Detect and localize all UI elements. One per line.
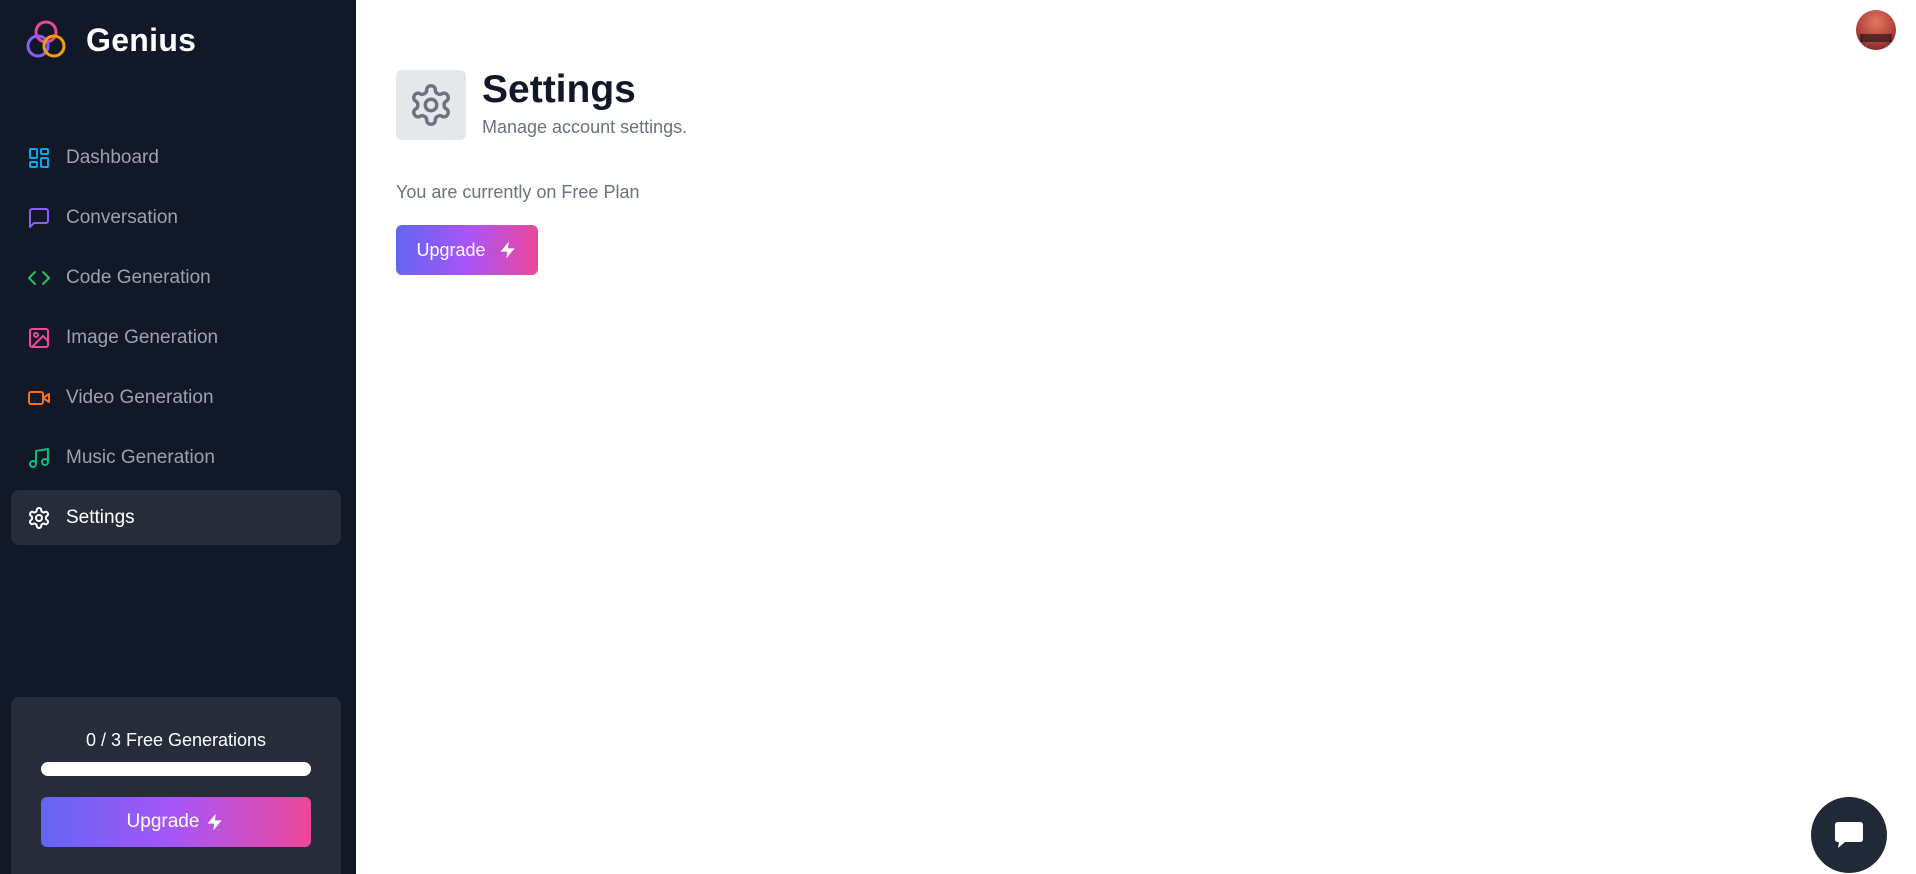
upgrade-label: Upgrade bbox=[416, 239, 486, 260]
sidebar-item-label: Music Generation bbox=[66, 446, 215, 468]
brand-link[interactable]: Genius bbox=[24, 18, 196, 62]
sidebar-upgrade-button[interactable]: Upgrade bbox=[41, 797, 311, 847]
current-plan-text: You are currently on Free Plan bbox=[396, 182, 640, 202]
free-generations-card: 0 / 3 Free Generations Upgrade bbox=[11, 697, 341, 874]
settings-icon bbox=[412, 84, 450, 126]
zap-icon bbox=[207, 813, 223, 831]
sidebar-item-label: Image Generation bbox=[66, 326, 219, 348]
code-icon bbox=[27, 266, 51, 290]
sidebar-item-label: Code Generation bbox=[66, 266, 211, 288]
usage-progress-bar bbox=[41, 762, 311, 776]
sidebar-item-conversation[interactable]: Conversation bbox=[11, 190, 341, 245]
music-icon bbox=[27, 446, 51, 470]
sidebar-item-label: Video Generation bbox=[66, 386, 214, 408]
message-square-icon bbox=[27, 206, 51, 230]
upgrade-label: Upgrade bbox=[126, 811, 200, 832]
sidebar-item-music-generation[interactable]: Music Generation bbox=[11, 430, 341, 485]
zap-icon bbox=[500, 241, 515, 259]
sidebar-nav: Dashboard Conversation Code Generation I… bbox=[11, 130, 341, 550]
sidebar-item-label: Dashboard bbox=[66, 146, 159, 168]
dashboard-icon bbox=[27, 146, 51, 170]
user-avatar[interactable] bbox=[1856, 10, 1896, 50]
image-icon bbox=[27, 326, 51, 350]
genius-logo-icon bbox=[26, 20, 66, 58]
chat-widget-button[interactable] bbox=[1811, 797, 1887, 873]
app: Genius Dashboard Conversation Code Gener… bbox=[0, 0, 1916, 874]
sidebar-item-image-generation[interactable]: Image Generation bbox=[11, 310, 341, 365]
free-generations-count: 0 / 3 Free Generations bbox=[85, 730, 267, 750]
settings-icon bbox=[27, 506, 51, 530]
upgrade-button[interactable]: Upgrade bbox=[396, 225, 538, 275]
brand-name: Genius bbox=[86, 21, 197, 58]
sidebar-item-dashboard[interactable]: Dashboard bbox=[11, 130, 341, 185]
sidebar: Genius Dashboard Conversation Code Gener… bbox=[0, 0, 356, 874]
page-header-icon-box bbox=[396, 70, 466, 140]
sidebar-item-label: Conversation bbox=[66, 206, 178, 228]
sidebar-item-settings[interactable]: Settings bbox=[11, 490, 341, 545]
page-title: Settings bbox=[482, 68, 636, 111]
page-subtitle: Manage account settings. bbox=[482, 117, 688, 137]
video-icon bbox=[27, 386, 51, 410]
sidebar-item-video-generation[interactable]: Video Generation bbox=[11, 370, 341, 425]
sidebar-item-code-generation[interactable]: Code Generation bbox=[11, 250, 341, 305]
chat-icon bbox=[1835, 822, 1863, 848]
sidebar-item-label: Settings bbox=[66, 506, 135, 528]
